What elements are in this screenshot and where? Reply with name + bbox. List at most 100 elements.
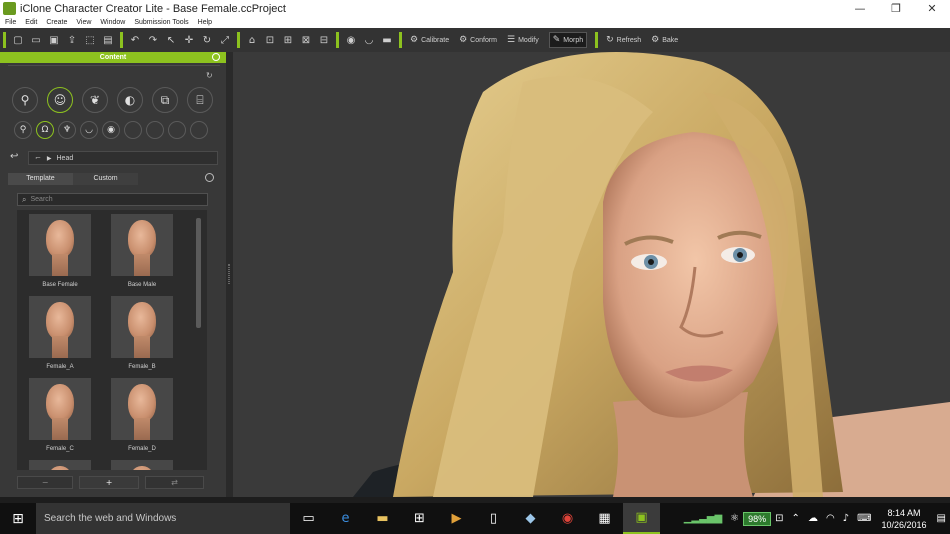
home-camera-icon[interactable]: ⌂ [245, 33, 259, 47]
maximize-button[interactable]: ❐ [878, 0, 914, 17]
action-center-icon[interactable]: ▤ [937, 513, 946, 524]
template-item[interactable]: Base Female [29, 214, 91, 288]
refresh-button[interactable]: ↻ Refresh [606, 35, 641, 45]
wire-icon[interactable]: ◡ [362, 33, 376, 47]
redo-icon[interactable]: ↷ [146, 33, 160, 47]
back-arrow-icon[interactable]: ↩ [10, 151, 18, 162]
rotate-icon[interactable]: ↻ [200, 33, 214, 47]
screenshot-icon[interactable]: ▤ [101, 33, 115, 47]
character-category-icon[interactable]: ⚲ [12, 87, 38, 113]
chrome-icon[interactable]: ◉ [549, 503, 586, 534]
empty-subcategory-slot[interactable] [124, 121, 142, 139]
store-icon[interactable]: ⊞ [401, 503, 438, 534]
export-icon[interactable]: ⇪ [65, 33, 79, 47]
refresh-content-icon[interactable]: ↻ [206, 71, 213, 80]
close-button[interactable]: ✕ [914, 0, 950, 17]
document-icon[interactable]: ▯ [475, 503, 512, 534]
eye-subcategory-icon[interactable]: ◉ [102, 121, 120, 139]
network-icon[interactable]: ◠ [826, 513, 835, 524]
floor-icon[interactable]: ▬ [380, 33, 394, 47]
fit-view-icon[interactable]: ⊡ [263, 33, 277, 47]
empty-subcategory-slot[interactable] [190, 121, 208, 139]
empty-subcategory-slot[interactable] [146, 121, 164, 139]
clock[interactable]: 8:14 AM 10/26/2016 [882, 507, 927, 531]
zoom-extent-icon[interactable]: ⊠ [299, 33, 313, 47]
keyboard-icon[interactable]: ⌨ [857, 513, 871, 524]
open-folder-icon[interactable]: ▭ [29, 33, 43, 47]
undo-icon[interactable]: ↶ [128, 33, 142, 47]
import-icon[interactable]: ⬚ [83, 33, 97, 47]
move-icon[interactable]: ✛ [182, 33, 196, 47]
conform-button[interactable]: ⚙ Conform [459, 35, 497, 45]
show-hidden-icons[interactable]: ⌃ [792, 513, 800, 524]
media-player-icon[interactable]: ▶ [438, 503, 475, 534]
menu-file[interactable]: File [5, 19, 16, 26]
template-item[interactable]: Female_C [29, 378, 91, 452]
tab-custom[interactable]: Custom [73, 173, 138, 185]
panel-options-icon[interactable] [212, 53, 220, 61]
template-item[interactable]: Female_D [111, 378, 173, 452]
replace-item-button[interactable]: ⇄ [145, 476, 204, 489]
tab-options-icon[interactable] [205, 173, 214, 182]
panel-splitter[interactable] [226, 52, 233, 497]
mouth-subcategory-icon[interactable]: ◡ [80, 121, 98, 139]
save-icon[interactable]: ▣ [47, 33, 61, 47]
app-icon-blue[interactable]: ◆ [512, 503, 549, 534]
edge-browser-icon[interactable]: e [327, 503, 364, 534]
menu-view[interactable]: View [76, 19, 91, 26]
onedrive-icon[interactable]: ☁ [808, 513, 818, 524]
menu-create[interactable]: Create [46, 19, 67, 26]
search-input[interactable]: ⌕ Search [17, 193, 208, 206]
splitter-grip[interactable] [228, 264, 230, 284]
modify-button[interactable]: ☰ Modify [507, 35, 539, 45]
file-explorer-icon[interactable]: ▬ [364, 503, 401, 534]
menu-edit[interactable]: Edit [25, 19, 37, 26]
teeth-subcategory-icon[interactable]: ♆ [58, 121, 76, 139]
devices-icon[interactable]: ⊡ [775, 513, 783, 524]
minimize-button[interactable]: — [842, 0, 878, 17]
menu-submission-tools[interactable]: Submission Tools [134, 19, 188, 26]
taskbar-search-input[interactable]: Search the web and Windows [36, 503, 290, 534]
hair-category-icon[interactable]: ❦ [82, 87, 108, 113]
select-icon[interactable]: ↖ [164, 33, 178, 47]
title-bar: iClone Character Creator Lite - Base Fem… [0, 0, 950, 17]
template-item[interactable]: Base Male [111, 214, 173, 288]
scale-icon[interactable]: ⤢ [218, 33, 232, 47]
remove-item-button[interactable]: − [17, 476, 74, 489]
paint-icon[interactable]: ▦ [586, 503, 623, 534]
empty-subcategory-slot[interactable] [168, 121, 186, 139]
breadcrumb-item[interactable]: Head [57, 155, 74, 162]
accessory-category-icon[interactable]: ⌸ [187, 87, 213, 113]
menu-window[interactable]: Window [100, 19, 125, 26]
bake-button[interactable]: ⚙ Bake [651, 35, 678, 45]
head-category-icon[interactable]: ☺ [47, 87, 73, 113]
grid-scrollbar[interactable] [196, 218, 201, 328]
body-subcategory-icon[interactable]: ⚲ [14, 121, 32, 139]
clock-date: 10/26/2016 [881, 519, 927, 530]
template-item[interactable]: Female_B [111, 296, 173, 370]
battery-indicator[interactable]: 98% [743, 511, 772, 526]
template-item[interactable] [29, 460, 91, 470]
skin-category-icon[interactable]: ◐ [117, 87, 143, 113]
template-item[interactable] [111, 460, 173, 470]
add-item-button[interactable]: + [79, 476, 140, 489]
iclone-taskbar-icon[interactable]: ▣ [623, 503, 660, 534]
head-subcategory-icon[interactable]: Ω [36, 121, 54, 139]
frame-selected-icon[interactable]: ⊞ [281, 33, 295, 47]
volume-icon[interactable]: ♪ [843, 513, 849, 524]
task-view-icon[interactable]: ▭ [290, 503, 327, 534]
morph-button[interactable]: ✎ Morph [548, 32, 588, 48]
root-folder-icon[interactable]: ⌐ [35, 154, 41, 162]
template-item[interactable]: Female_A [29, 296, 91, 370]
calibrate-button[interactable]: ⚙ Calibrate [410, 35, 449, 45]
tab-template[interactable]: Template [8, 173, 73, 185]
view-mode-icon[interactable]: ⊟ [317, 33, 331, 47]
new-file-icon[interactable]: ▢ [11, 33, 25, 47]
wifi-icon[interactable]: ⚛ [730, 513, 739, 524]
start-button[interactable]: ⊞ [0, 503, 36, 534]
visibility-icon[interactable]: ◉ [344, 33, 358, 47]
cloth-category-icon[interactable]: ⧉ [152, 87, 178, 113]
menu-help[interactable]: Help [198, 19, 212, 26]
3d-viewport[interactable] [233, 52, 950, 497]
network-activity-icon[interactable]: ▁▂▃▅▆ [684, 513, 722, 524]
